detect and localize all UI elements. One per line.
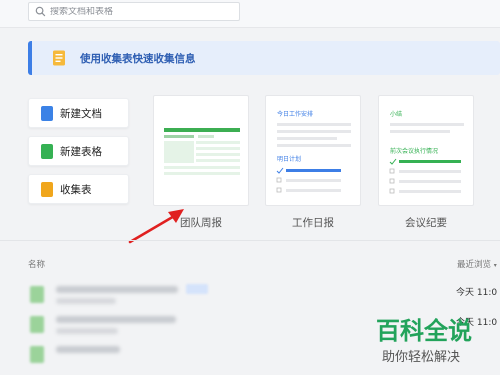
blurred-title [56, 286, 178, 293]
new-form-label: 收集表 [60, 183, 92, 196]
template-label-daily-report: 工作日报 [292, 217, 334, 229]
annotation-arrow [128, 209, 184, 244]
recent-time: 今天 11:0 [456, 288, 498, 298]
minutes-subheading: 前次会议执行情况 [390, 148, 439, 155]
new-document-label: 新建文档 [60, 107, 102, 120]
search-icon [35, 6, 46, 17]
new-document-button[interactable]: 新建文档 [28, 98, 129, 128]
new-sheet-label: 新建表格 [60, 145, 102, 158]
recent-label: 最近浏览 [457, 260, 492, 270]
form-icon [41, 181, 53, 197]
new-sheet-button[interactable]: 新建表格 [28, 136, 129, 166]
document-icon [41, 105, 53, 121]
blurred-subtitle [56, 328, 118, 334]
banner-text: 使用收集表快速收集信息 [80, 52, 196, 65]
sheet-file-icon [30, 286, 44, 303]
daily-preview [276, 123, 351, 193]
watermark: 百科全说 助你轻松解决 [368, 309, 490, 367]
watermark-title: 百科全说 [376, 317, 472, 345]
search-input[interactable] [50, 6, 230, 17]
form-banner[interactable]: 使用收集表快速收集信息 [28, 41, 500, 75]
column-header-recent[interactable]: 最近浏览 ▾ [457, 258, 497, 270]
sheet-file-icon [30, 316, 44, 333]
template-card-team-weekly[interactable] [153, 95, 249, 206]
template-label-meeting-minutes: 会议纪要 [405, 217, 447, 229]
caret-down-icon: ▾ [493, 262, 497, 269]
daily-subheading: 明日计划 [277, 156, 302, 163]
blurred-tag [186, 284, 208, 294]
blurred-title [56, 346, 120, 353]
sheet-file-icon [30, 346, 44, 363]
sheet-icon [41, 143, 53, 159]
new-form-button[interactable]: 收集表 [28, 174, 129, 204]
banner-accent-bar [28, 41, 32, 75]
template-card-daily-report[interactable]: 今日工作安排 明日计划 [265, 95, 361, 206]
blurred-subtitle [56, 298, 116, 304]
watermark-subtitle: 助你轻松解决 [382, 350, 461, 365]
blurred-title [56, 316, 176, 323]
list-item[interactable]: 今天 11:0 [0, 281, 500, 311]
form-icon [53, 50, 65, 66]
template-card-meeting-minutes[interactable]: 小结 前次会议执行情况 [378, 95, 474, 206]
search-box[interactable] [28, 2, 240, 21]
section-divider [0, 240, 500, 241]
column-header-name[interactable]: 名称 [28, 258, 45, 270]
top-bar [0, 0, 500, 28]
spreadsheet-preview [164, 128, 240, 175]
